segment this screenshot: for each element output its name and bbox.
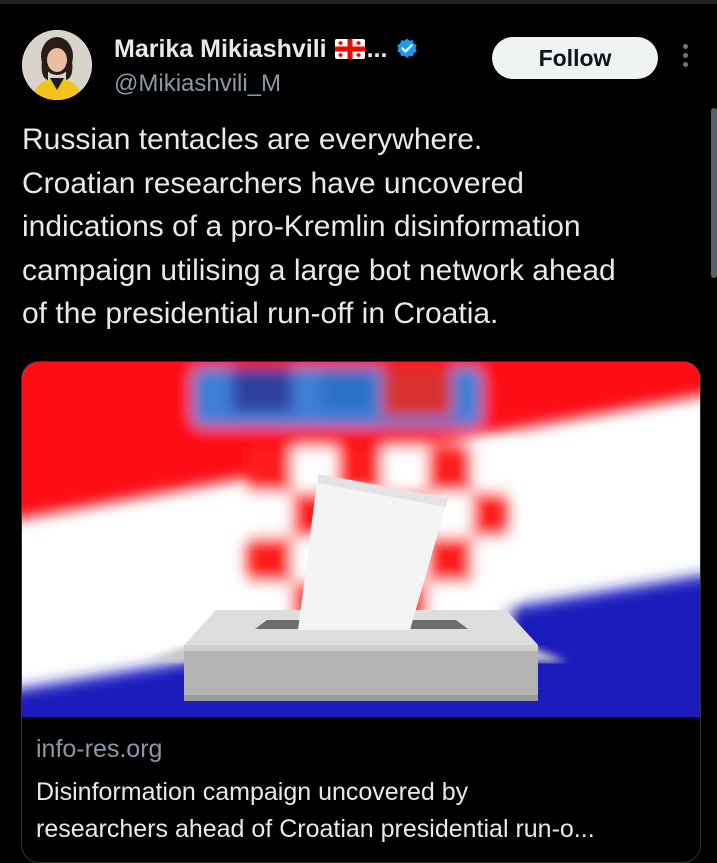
link-preview-card[interactable]: info-res.org Disinformation campaign unc… — [21, 361, 701, 863]
avatar[interactable] — [22, 30, 92, 100]
tweet-text-line: campaign utilising a large bot network a… — [22, 253, 616, 287]
scrollbar[interactable] — [711, 108, 717, 278]
top-divider — [0, 0, 717, 4]
card-title-line: Disinformation campaign uncovered by — [36, 778, 469, 806]
tweet-text-line: Russian tentacles are everywhere. — [22, 123, 483, 156]
tweet-text-line: indications of a pro-Kremlin disinformat… — [22, 210, 581, 243]
tweet-text-line: of the presidential run-off in Croatia. — [22, 297, 499, 330]
card-title-line: researchers ahead of Croatian presidenti… — [36, 815, 595, 843]
verified-badge-icon[interactable] — [395, 37, 419, 61]
card-title[interactable]: Disinformation campaign uncovered by res… — [36, 774, 686, 848]
card-image[interactable] — [22, 362, 700, 717]
name-truncation-ellipsis: ... — [366, 34, 388, 63]
follow-button[interactable]: Follow — [492, 37, 658, 79]
more-vertical-icon[interactable] — [680, 44, 690, 72]
card-domain: info-res.org — [36, 735, 163, 763]
georgian-flag-icon — [334, 39, 365, 59]
author-display-name[interactable]: Marika Mikiashvili — [114, 35, 327, 64]
author-handle[interactable]: @Mikiashvili_M — [114, 70, 281, 98]
author-name-row[interactable]: Marika Mikiashvili ... — [114, 31, 419, 67]
tweet-text-line: Croatian researchers have uncovered — [22, 166, 524, 200]
avatar-photo — [22, 30, 92, 100]
tweet-text: Russian tentacles are everywhere. Croati… — [22, 118, 702, 336]
croatian-flag-ballot-box-image — [22, 362, 700, 717]
